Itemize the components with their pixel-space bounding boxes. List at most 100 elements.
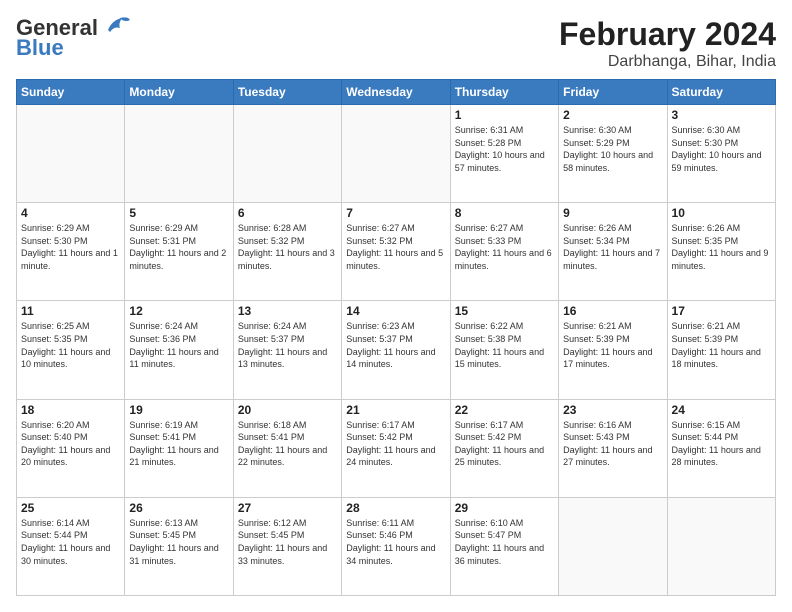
day-number: 9 [563, 206, 662, 220]
day-info: Sunrise: 6:26 AM Sunset: 5:34 PM Dayligh… [563, 222, 662, 272]
day-info: Sunrise: 6:17 AM Sunset: 5:42 PM Dayligh… [346, 419, 445, 469]
day-number: 19 [129, 403, 228, 417]
weekday-header-tuesday: Tuesday [233, 80, 341, 105]
calendar-cell: 25Sunrise: 6:14 AM Sunset: 5:44 PM Dayli… [17, 497, 125, 595]
calendar-cell: 9 Sunrise: 6:26 AM Sunset: 5:34 PM Daylig… [559, 203, 667, 301]
day-number: 28 [346, 501, 445, 515]
weekday-header-thursday: Thursday [450, 80, 558, 105]
day-info: Sunrise: 6:28 AM Sunset: 5:32 PM Dayligh… [238, 222, 337, 272]
day-number: 16 [563, 304, 662, 318]
weekday-header-row: SundayMondayTuesdayWednesdayThursdayFrid… [17, 80, 776, 105]
day-info: Sunrise: 6:17 AM Sunset: 5:42 PM Dayligh… [455, 419, 554, 469]
weekday-header-monday: Monday [125, 80, 233, 105]
day-number: 7 [346, 206, 445, 220]
day-number: 8 [455, 206, 554, 220]
weekday-header-friday: Friday [559, 80, 667, 105]
week-row-2: 11 Sunrise: 6:25 AM Sunset: 5:35 PM Dayli… [17, 301, 776, 399]
logo: General Blue [16, 16, 132, 60]
day-number: 3 [672, 108, 771, 122]
week-row-4: 25Sunrise: 6:14 AM Sunset: 5:44 PM Dayli… [17, 497, 776, 595]
day-info: Sunrise: 6:27 AM Sunset: 5:33 PM Dayligh… [455, 222, 554, 272]
calendar-cell [125, 105, 233, 203]
day-number: 11 [21, 304, 120, 318]
week-row-3: 18 Sunrise: 6:20 AM Sunset: 5:40 PM Dayli… [17, 399, 776, 497]
day-number: 21 [346, 403, 445, 417]
calendar-header: SundayMondayTuesdayWednesdayThursdayFrid… [17, 80, 776, 105]
day-number: 29 [455, 501, 554, 515]
title-block: February 2024 Darbhanga, Bihar, India [559, 16, 776, 71]
header: General Blue February 2024 Darbhanga, Bi… [16, 16, 776, 71]
week-row-0: 1 Sunrise: 6:31 AM Sunset: 5:28 PM Daylig… [17, 105, 776, 203]
calendar-cell: 1 Sunrise: 6:31 AM Sunset: 5:28 PM Daylig… [450, 105, 558, 203]
day-info: Sunrise: 6:23 AM Sunset: 5:37 PM Dayligh… [346, 320, 445, 370]
calendar-cell: 10 Sunrise: 6:26 AM Sunset: 5:35 PM Dayli… [667, 203, 775, 301]
day-number: 26 [129, 501, 228, 515]
day-info: Sunrise: 6:18 AM Sunset: 5:41 PM Dayligh… [238, 419, 337, 469]
day-info: Sunrise: 6:16 AM Sunset: 5:43 PM Dayligh… [563, 419, 662, 469]
day-number: 12 [129, 304, 228, 318]
day-number: 25 [21, 501, 120, 515]
calendar-cell: 26 Sunrise: 6:13 AM Sunset: 5:45 PM Dayli… [125, 497, 233, 595]
calendar-cell [559, 497, 667, 595]
calendar-cell: 28 Sunrise: 6:11 AM Sunset: 5:46 PM Dayli… [342, 497, 450, 595]
calendar-cell: 24Sunrise: 6:15 AM Sunset: 5:44 PM Dayli… [667, 399, 775, 497]
calendar-cell: 18 Sunrise: 6:20 AM Sunset: 5:40 PM Dayli… [17, 399, 125, 497]
day-info: Sunrise: 6:11 AM Sunset: 5:46 PM Dayligh… [346, 517, 445, 567]
day-info: Sunrise: 6:15 AM Sunset: 5:44 PM Dayligh… [672, 419, 771, 469]
calendar-cell: 19 Sunrise: 6:19 AM Sunset: 5:41 PM Dayli… [125, 399, 233, 497]
calendar-cell [667, 497, 775, 595]
day-number: 15 [455, 304, 554, 318]
calendar-cell [17, 105, 125, 203]
day-number: 18 [21, 403, 120, 417]
calendar-cell: 4 Sunrise: 6:29 AM Sunset: 5:30 PM Daylig… [17, 203, 125, 301]
calendar-cell: 17 Sunrise: 6:21 AM Sunset: 5:39 PM Dayli… [667, 301, 775, 399]
calendar-cell: 16 Sunrise: 6:21 AM Sunset: 5:39 PM Dayli… [559, 301, 667, 399]
day-info: Sunrise: 6:24 AM Sunset: 5:37 PM Dayligh… [238, 320, 337, 370]
calendar-cell: 7 Sunrise: 6:27 AM Sunset: 5:32 PM Daylig… [342, 203, 450, 301]
weekday-header-saturday: Saturday [667, 80, 775, 105]
logo-bird-icon [100, 12, 132, 40]
calendar-cell [233, 105, 341, 203]
day-info: Sunrise: 6:20 AM Sunset: 5:40 PM Dayligh… [21, 419, 120, 469]
day-info: Sunrise: 6:30 AM Sunset: 5:29 PM Dayligh… [563, 124, 662, 174]
calendar-cell: 3 Sunrise: 6:30 AM Sunset: 5:30 PM Daylig… [667, 105, 775, 203]
day-info: Sunrise: 6:13 AM Sunset: 5:45 PM Dayligh… [129, 517, 228, 567]
calendar-cell: 12 Sunrise: 6:24 AM Sunset: 5:36 PM Dayli… [125, 301, 233, 399]
day-number: 14 [346, 304, 445, 318]
weekday-header-sunday: Sunday [17, 80, 125, 105]
day-number: 27 [238, 501, 337, 515]
day-info: Sunrise: 6:21 AM Sunset: 5:39 PM Dayligh… [672, 320, 771, 370]
calendar-cell: 6Sunrise: 6:28 AM Sunset: 5:32 PM Daylig… [233, 203, 341, 301]
day-info: Sunrise: 6:29 AM Sunset: 5:31 PM Dayligh… [129, 222, 228, 272]
day-number: 23 [563, 403, 662, 417]
calendar-cell: 14 Sunrise: 6:23 AM Sunset: 5:37 PM Dayli… [342, 301, 450, 399]
calendar-cell: 13Sunrise: 6:24 AM Sunset: 5:37 PM Dayli… [233, 301, 341, 399]
calendar-cell: 15 Sunrise: 6:22 AM Sunset: 5:38 PM Dayli… [450, 301, 558, 399]
calendar-cell [342, 105, 450, 203]
day-info: Sunrise: 6:21 AM Sunset: 5:39 PM Dayligh… [563, 320, 662, 370]
day-number: 4 [21, 206, 120, 220]
calendar-cell: 21 Sunrise: 6:17 AM Sunset: 5:42 PM Dayli… [342, 399, 450, 497]
day-number: 17 [672, 304, 771, 318]
day-info: Sunrise: 6:19 AM Sunset: 5:41 PM Dayligh… [129, 419, 228, 469]
calendar-cell: 2 Sunrise: 6:30 AM Sunset: 5:29 PM Daylig… [559, 105, 667, 203]
calendar-body: 1 Sunrise: 6:31 AM Sunset: 5:28 PM Daylig… [17, 105, 776, 596]
page: General Blue February 2024 Darbhanga, Bi… [0, 0, 792, 612]
day-info: Sunrise: 6:22 AM Sunset: 5:38 PM Dayligh… [455, 320, 554, 370]
day-info: Sunrise: 6:26 AM Sunset: 5:35 PM Dayligh… [672, 222, 771, 272]
day-info: Sunrise: 6:30 AM Sunset: 5:30 PM Dayligh… [672, 124, 771, 174]
day-info: Sunrise: 6:29 AM Sunset: 5:30 PM Dayligh… [21, 222, 120, 272]
day-info: Sunrise: 6:24 AM Sunset: 5:36 PM Dayligh… [129, 320, 228, 370]
calendar-cell: 29Sunrise: 6:10 AM Sunset: 5:47 PM Dayli… [450, 497, 558, 595]
day-info: Sunrise: 6:27 AM Sunset: 5:32 PM Dayligh… [346, 222, 445, 272]
day-info: Sunrise: 6:31 AM Sunset: 5:28 PM Dayligh… [455, 124, 554, 174]
week-row-1: 4 Sunrise: 6:29 AM Sunset: 5:30 PM Daylig… [17, 203, 776, 301]
calendar-subtitle: Darbhanga, Bihar, India [559, 53, 776, 71]
day-info: Sunrise: 6:25 AM Sunset: 5:35 PM Dayligh… [21, 320, 120, 370]
calendar-cell: 11 Sunrise: 6:25 AM Sunset: 5:35 PM Dayli… [17, 301, 125, 399]
day-number: 2 [563, 108, 662, 122]
day-number: 1 [455, 108, 554, 122]
calendar-cell: 20Sunrise: 6:18 AM Sunset: 5:41 PM Dayli… [233, 399, 341, 497]
calendar-cell: 5Sunrise: 6:29 AM Sunset: 5:31 PM Daylig… [125, 203, 233, 301]
day-number: 10 [672, 206, 771, 220]
